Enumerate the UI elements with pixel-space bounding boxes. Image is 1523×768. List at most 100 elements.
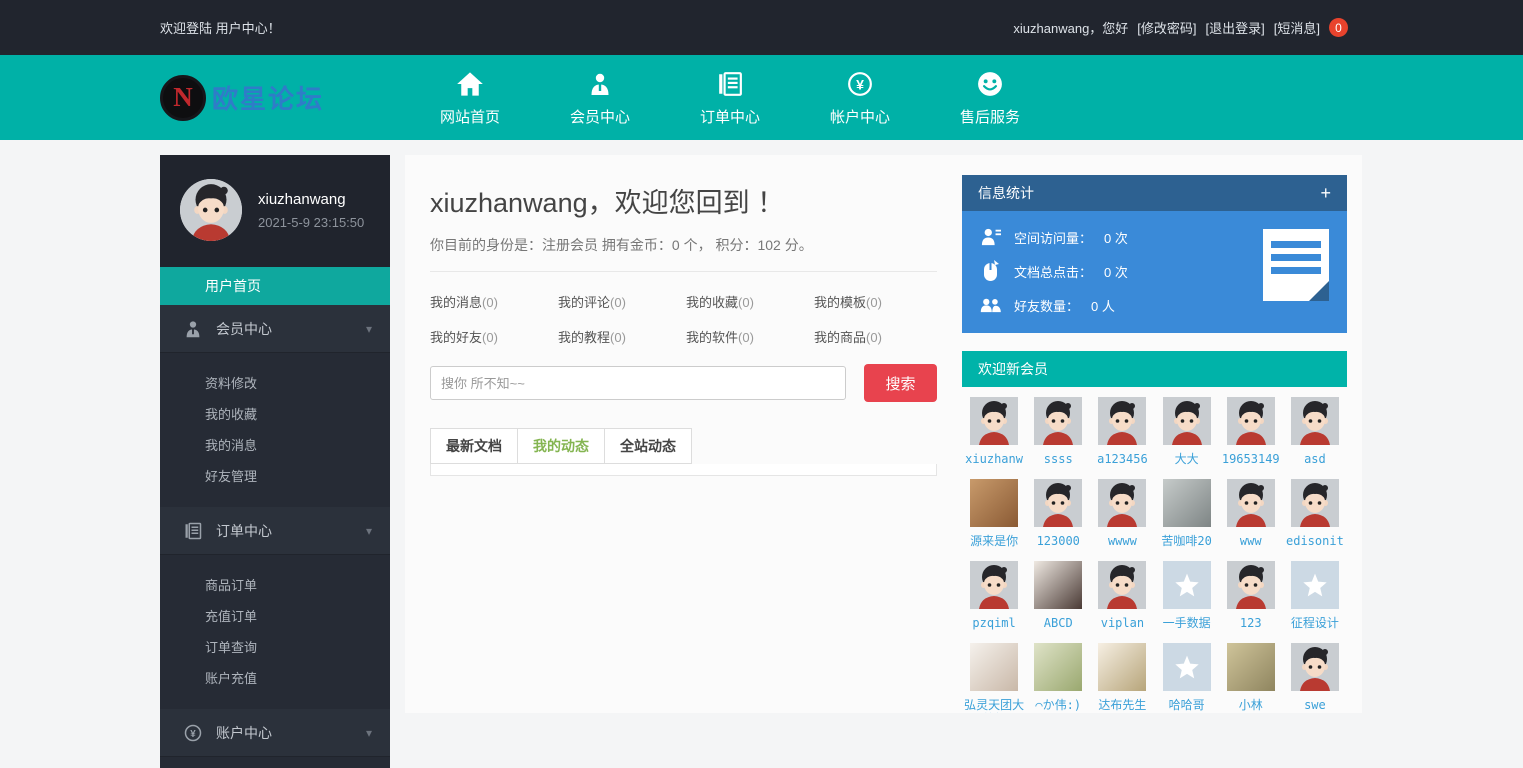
member-name[interactable]: 小林 — [1239, 698, 1263, 712]
member-name[interactable]: wwww — [1108, 534, 1137, 548]
member-name[interactable]: 源来是你 — [970, 534, 1018, 548]
sidebar-section-header-account-center[interactable]: ¥账户中心▾ — [160, 709, 390, 757]
member-item[interactable]: viplan — [1090, 561, 1154, 636]
member-name[interactable]: 达布先生 — [1098, 698, 1146, 712]
member-item[interactable]: 源来是你 — [962, 479, 1026, 554]
quick-link[interactable]: 我的模板(0) — [814, 292, 932, 311]
nav-item-home[interactable]: 网站首页 — [405, 69, 535, 127]
member-item[interactable]: www — [1219, 479, 1283, 554]
member-avatar[interactable] — [970, 397, 1018, 445]
member-item[interactable]: ABCD — [1026, 561, 1090, 636]
member-name[interactable]: ABCD — [1044, 616, 1073, 630]
member-avatar[interactable] — [970, 479, 1018, 527]
member-name[interactable]: edisonit — [1286, 534, 1344, 548]
member-item[interactable]: asd — [1283, 397, 1347, 472]
member-item[interactable]: swe — [1283, 643, 1347, 713]
member-name[interactable]: 弘灵天团大总部 — [963, 698, 1025, 713]
sidebar-item[interactable]: 好友管理 — [160, 460, 390, 491]
member-avatar[interactable] — [1034, 561, 1082, 609]
member-avatar[interactable] — [1291, 479, 1339, 527]
member-item[interactable]: 达布先生 — [1090, 643, 1154, 713]
sidebar-item[interactable]: 资料修改 — [160, 367, 390, 398]
member-avatar[interactable] — [970, 561, 1018, 609]
member-avatar[interactable] — [1034, 643, 1082, 691]
member-name[interactable]: a123456 — [1097, 452, 1148, 466]
member-item[interactable]: xiuzhanw — [962, 397, 1026, 472]
member-avatar[interactable] — [1098, 397, 1146, 445]
quick-link[interactable]: 我的收藏(0) — [686, 292, 804, 311]
nav-item-member-center[interactable]: 会员中心 — [535, 69, 665, 127]
member-item[interactable]: 征程设计 — [1283, 561, 1347, 636]
member-item[interactable]: ⌒か伟:) — [1026, 643, 1090, 713]
member-name[interactable]: 征程设计 — [1291, 616, 1339, 630]
member-item[interactable]: ssss — [1026, 397, 1090, 472]
change-password-link[interactable]: [修改密码] — [1137, 18, 1196, 37]
logout-link[interactable]: [退出登录] — [1206, 18, 1265, 37]
member-name[interactable]: swe — [1304, 698, 1326, 712]
member-avatar[interactable] — [1291, 397, 1339, 445]
tab-active[interactable]: 我的动态 — [517, 428, 604, 464]
member-avatar[interactable] — [1227, 561, 1275, 609]
sidebar-item[interactable]: 充值订单 — [160, 600, 390, 631]
sidebar-item[interactable]: 我的消息 — [160, 429, 390, 460]
member-item[interactable]: pzqiml — [962, 561, 1026, 636]
member-item[interactable]: 123 — [1219, 561, 1283, 636]
avatar[interactable] — [180, 179, 242, 241]
quick-link[interactable]: 我的商品(0) — [814, 327, 932, 346]
member-name[interactable]: 哈哈哥 — [1169, 698, 1205, 712]
member-avatar[interactable] — [1098, 479, 1146, 527]
member-name[interactable]: pzqiml — [972, 616, 1015, 630]
search-button[interactable]: 搜索 — [864, 364, 937, 402]
member-avatar[interactable] — [1227, 643, 1275, 691]
quick-link[interactable]: 我的评论(0) — [558, 292, 676, 311]
member-item[interactable]: 19653149 — [1219, 397, 1283, 472]
quick-link[interactable]: 我的教程(0) — [558, 327, 676, 346]
messages-link[interactable]: [短消息] — [1274, 18, 1320, 37]
nav-item-after-sales[interactable]: 售后服务 — [925, 69, 1055, 127]
site-logo[interactable]: N 欧星论坛 — [160, 75, 405, 121]
member-name[interactable]: ⌒か伟:) — [1035, 698, 1081, 712]
member-avatar[interactable] — [1163, 643, 1211, 691]
member-name[interactable]: viplan — [1101, 616, 1144, 630]
member-name[interactable]: xiuzhanw — [965, 452, 1023, 466]
nav-item-account-center[interactable]: ¥帐户中心 — [795, 69, 925, 127]
member-name[interactable]: www — [1240, 534, 1262, 548]
quick-link[interactable]: 我的消息(0) — [430, 292, 548, 311]
sidebar-item[interactable]: 订单查询 — [160, 631, 390, 662]
member-item[interactable]: 弘灵天团大总部 — [962, 643, 1026, 713]
tab-item[interactable]: 全站动态 — [604, 428, 692, 464]
member-avatar[interactable] — [1034, 479, 1082, 527]
member-name[interactable]: ssss — [1044, 452, 1073, 466]
member-name[interactable]: 19653149 — [1222, 452, 1280, 466]
sidebar-item[interactable]: 商品订单 — [160, 569, 390, 600]
member-item[interactable]: 小林 — [1219, 643, 1283, 713]
member-avatar[interactable] — [1291, 561, 1339, 609]
member-avatar[interactable] — [1163, 397, 1211, 445]
member-name[interactable]: 123 — [1240, 616, 1262, 630]
member-item[interactable]: 苦咖啡20 — [1154, 479, 1218, 554]
member-avatar[interactable] — [970, 643, 1018, 691]
search-input[interactable] — [430, 366, 846, 400]
message-count-badge[interactable]: 0 — [1329, 18, 1348, 37]
member-avatar[interactable] — [1034, 397, 1082, 445]
member-avatar[interactable] — [1163, 479, 1211, 527]
quick-link[interactable]: 我的好友(0) — [430, 327, 548, 346]
member-item[interactable]: 123000 — [1026, 479, 1090, 554]
member-item[interactable]: 大大 — [1154, 397, 1218, 472]
member-name[interactable]: asd — [1304, 452, 1326, 466]
nav-item-order-center[interactable]: 订单中心 — [665, 69, 795, 127]
sidebar-section-header-order-center[interactable]: 订单中心▾ — [160, 507, 390, 555]
tab-item[interactable]: 最新文档 — [430, 428, 517, 464]
member-item[interactable]: 一手数据 — [1154, 561, 1218, 636]
member-item[interactable]: edisonit — [1283, 479, 1347, 554]
member-avatar[interactable] — [1227, 479, 1275, 527]
member-name[interactable]: 一手数据 — [1163, 616, 1211, 630]
member-avatar[interactable] — [1227, 397, 1275, 445]
sidebar-section-header-member-center[interactable]: 会员中心▾ — [160, 305, 390, 353]
member-item[interactable]: a123456 — [1090, 397, 1154, 472]
member-name[interactable]: 123000 — [1037, 534, 1080, 548]
member-item[interactable]: 哈哈哥 — [1154, 643, 1218, 713]
member-avatar[interactable] — [1291, 643, 1339, 691]
expand-icon[interactable]: + — [1320, 183, 1331, 204]
member-avatar[interactable] — [1098, 561, 1146, 609]
